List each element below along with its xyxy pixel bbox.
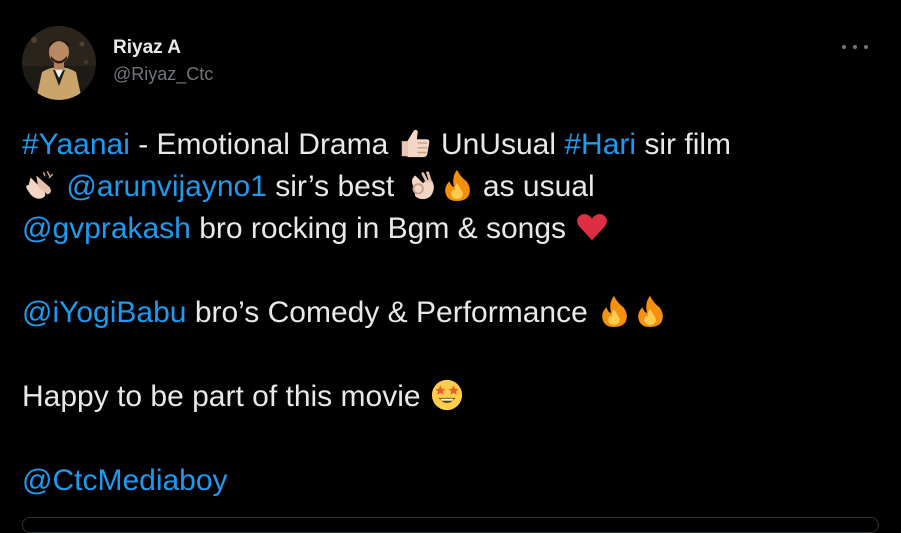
- author-display-name[interactable]: Riyaz A: [113, 36, 213, 60]
- tweet-text-fragment: bro’s Comedy & Performance: [186, 296, 597, 329]
- tweet-text-fragment: sir film: [636, 128, 732, 161]
- tweet-text-fragment: Happy to be part of this movie: [22, 380, 429, 413]
- hashtag-link[interactable]: #Yaanai: [22, 128, 130, 161]
- tweet-text-fragment: sir’s best: [266, 170, 403, 203]
- more-horizontal-icon: [842, 45, 846, 49]
- hashtag-link[interactable]: #Hari: [564, 128, 636, 161]
- tweet-header: Riyaz A @Riyaz_Ctc: [22, 26, 880, 106]
- thumbs-up-icon: [398, 126, 432, 160]
- red-heart-icon: [575, 210, 609, 244]
- tweet-line: @gvprakash bro rocking in Bgm & songs: [22, 208, 872, 250]
- mention-link[interactable]: @iYogiBabu: [22, 296, 186, 329]
- tweet-text-fragment: bro rocking in Bgm & songs: [190, 212, 575, 245]
- embedded-card-edge: [22, 517, 879, 533]
- author-names: Riyaz A @Riyaz_Ctc: [113, 36, 213, 86]
- fire-icon: [633, 294, 667, 328]
- ok-hand-icon: [404, 168, 438, 202]
- tweet-text: #Yaanai - Emotional Drama UnUsual #Hari …: [22, 124, 872, 502]
- tweet-line: #Yaanai - Emotional Drama UnUsual #Hari …: [22, 124, 872, 166]
- more-horizontal-icon-dot: [864, 45, 868, 49]
- tweet-line: @CtcMediaboy: [22, 460, 872, 502]
- author-handle[interactable]: @Riyaz_Ctc: [113, 62, 213, 86]
- tweet-paragraph: @CtcMediaboy: [22, 460, 872, 502]
- tweet-paragraph: @iYogiBabu bro’s Comedy & Performance: [22, 292, 872, 334]
- tweet-line: @iYogiBabu bro’s Comedy & Performance: [22, 292, 872, 334]
- tweet-paragraph: Happy to be part of this movie: [22, 376, 872, 418]
- avatar[interactable]: [22, 26, 96, 100]
- more-horizontal-icon-dot: [853, 45, 857, 49]
- tweet-text-fragment: as usual: [474, 170, 595, 203]
- tweet-card: Riyaz A @Riyaz_Ctc #Yaanai - Emotional D…: [0, 0, 901, 533]
- fire-icon: [597, 294, 631, 328]
- tweet-text-fragment: - Emotional Drama: [129, 128, 397, 161]
- avatar-image: [22, 26, 96, 100]
- fire-icon: [440, 168, 474, 202]
- mention-link[interactable]: @arunvijayno1: [66, 170, 267, 203]
- mention-link[interactable]: @gvprakash: [22, 212, 191, 245]
- tweet-line: Happy to be part of this movie: [22, 376, 872, 418]
- star-struck-icon: [430, 378, 464, 412]
- tweet-text-fragment: UnUsual: [432, 128, 565, 161]
- mention-link[interactable]: @CtcMediaboy: [22, 464, 228, 497]
- tweet-line: @arunvijayno1 sir’s best as usual: [22, 166, 872, 208]
- more-options-button[interactable]: [842, 38, 868, 56]
- clapping-hands-icon: [23, 168, 57, 202]
- tweet-paragraph: #Yaanai - Emotional Drama UnUsual #Hari …: [22, 124, 872, 250]
